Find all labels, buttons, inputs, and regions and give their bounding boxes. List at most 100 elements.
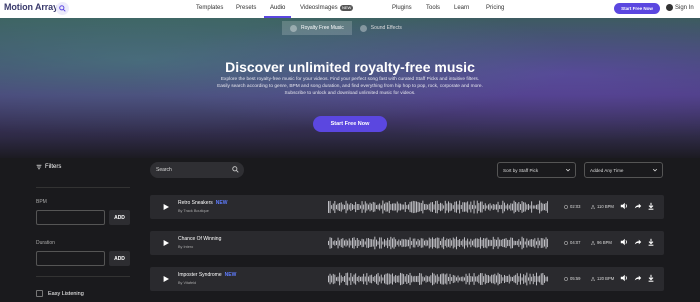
waveform-bar — [382, 277, 384, 281]
waveform-bar — [358, 203, 360, 211]
waveform-bar — [539, 200, 541, 214]
track-title[interactable]: Imposter Syndrome NEW — [178, 272, 236, 278]
track-row[interactable]: Chance Of Winning By Intero 04:07 96 BPM — [150, 231, 664, 255]
hero-start-free-button[interactable]: Start Free Now — [313, 116, 387, 132]
filters-header[interactable]: Filters — [36, 164, 61, 170]
track-name[interactable]: Retro Sneakers — [178, 200, 213, 206]
track-row[interactable]: Imposter Syndrome NEW By Vitafeld 05:59 1… — [150, 267, 664, 291]
tab-royalty-free-music[interactable]: Royalty Free Music — [282, 21, 352, 35]
search-icon[interactable] — [56, 2, 69, 15]
waveform-bar — [510, 237, 512, 249]
waveform-bar — [540, 238, 542, 248]
clock-icon — [564, 276, 568, 281]
nav-images[interactable]: Images — [318, 5, 338, 11]
waveform-bar — [518, 276, 520, 282]
waveform-bar — [497, 237, 499, 249]
nav-learn[interactable]: Learn — [454, 5, 469, 11]
waveform-bar — [499, 205, 501, 209]
waveform-bar — [355, 273, 357, 285]
track-title[interactable]: Retro Sneakers NEW — [178, 200, 227, 206]
easy-listening-checkbox[interactable]: Easy Listening — [36, 290, 84, 297]
waveform-bar — [366, 273, 368, 285]
waveform-bar — [481, 273, 483, 285]
waveform-bar — [353, 274, 355, 284]
play-icon[interactable] — [163, 240, 169, 246]
waveform-bar — [512, 203, 513, 211]
waveform-bar — [408, 204, 409, 210]
tab-sound-effects[interactable]: Sound Effects — [352, 21, 410, 35]
nav-plugins[interactable]: Plugins — [392, 5, 412, 11]
download-icon[interactable] — [647, 238, 655, 246]
waveform-bar — [510, 276, 512, 282]
waveform-bar — [470, 276, 472, 282]
nav-tools[interactable]: Tools — [426, 5, 440, 11]
waveform-bar — [329, 273, 331, 285]
waveform-bar — [444, 200, 446, 214]
search-icon[interactable] — [232, 166, 239, 173]
track-name[interactable]: Imposter Syndrome — [178, 272, 222, 278]
search-input[interactable]: Search — [150, 162, 244, 178]
waveform-bar — [404, 239, 406, 247]
sort-dropdown[interactable]: Sort by Staff Pick — [497, 162, 576, 178]
track-row[interactable]: Retro Sneakers NEW By Track Boutique 02:0… — [150, 195, 664, 219]
waveform[interactable] — [328, 272, 548, 286]
waveform-bar — [336, 277, 337, 281]
track-author[interactable]: By Vitafeld — [178, 281, 196, 285]
waveform-bar — [484, 273, 486, 285]
bpm-input[interactable] — [36, 210, 105, 225]
waveform-bar — [334, 240, 336, 246]
start-free-button[interactable]: Start Free Now — [614, 3, 660, 14]
waveform-bar — [344, 240, 345, 246]
nav-audio[interactable]: Audio — [270, 5, 285, 11]
waveform-bar — [443, 273, 445, 285]
logo[interactable]: Motion Array — [4, 2, 58, 12]
play-icon[interactable] — [163, 204, 169, 210]
track-title[interactable]: Chance Of Winning — [178, 236, 224, 242]
nav-pricing[interactable]: Pricing — [486, 5, 504, 11]
volume-icon[interactable] — [620, 274, 628, 282]
download-icon[interactable] — [647, 274, 655, 282]
track-author[interactable]: By Track Boutique — [178, 209, 209, 213]
nav-templates[interactable]: Templates — [196, 5, 223, 11]
waveform-bar — [366, 238, 368, 248]
volume-icon[interactable] — [620, 202, 628, 210]
waveform-bar — [406, 205, 408, 209]
waveform-bar — [340, 275, 342, 283]
waveform[interactable] — [328, 236, 548, 250]
share-icon[interactable] — [634, 238, 642, 246]
waveform-bar — [452, 274, 454, 284]
play-icon[interactable] — [163, 276, 169, 282]
date-filter-dropdown[interactable]: Added Any Time — [584, 162, 663, 178]
checkbox-box[interactable] — [36, 290, 43, 297]
waveform-bar — [420, 273, 422, 285]
waveform-bar — [518, 239, 520, 247]
waveform-bar — [392, 238, 393, 248]
waveform-bar — [486, 237, 488, 249]
waveform-bar — [446, 203, 448, 211]
waveform-bar — [515, 274, 517, 284]
waveform-bar — [488, 275, 489, 283]
track-author[interactable]: By Intero — [178, 245, 193, 249]
waveform-bar — [376, 274, 377, 284]
waveform-bar — [350, 203, 352, 211]
duration-input[interactable] — [36, 251, 105, 266]
nav-videos[interactable]: Videos — [300, 5, 318, 11]
waveform-bar — [467, 201, 469, 213]
waveform-bar — [427, 276, 429, 282]
waveform[interactable] — [328, 200, 548, 214]
waveform-bar — [388, 239, 390, 247]
waveform-bar — [388, 200, 390, 214]
volume-icon[interactable] — [620, 238, 628, 246]
sign-in-link[interactable]: Sign In — [666, 4, 694, 11]
waveform-bar — [403, 204, 405, 210]
duration-add-button[interactable]: ADD — [109, 251, 130, 266]
download-icon[interactable] — [647, 202, 655, 210]
waveform-bar — [380, 205, 382, 209]
track-name[interactable]: Chance Of Winning — [178, 236, 221, 242]
waveform-bar — [396, 275, 398, 283]
waveform-bar — [400, 272, 401, 286]
share-icon[interactable] — [634, 202, 642, 210]
bpm-add-button[interactable]: ADD — [109, 210, 130, 225]
share-icon[interactable] — [634, 274, 642, 282]
nav-presets[interactable]: Presets — [236, 5, 256, 11]
